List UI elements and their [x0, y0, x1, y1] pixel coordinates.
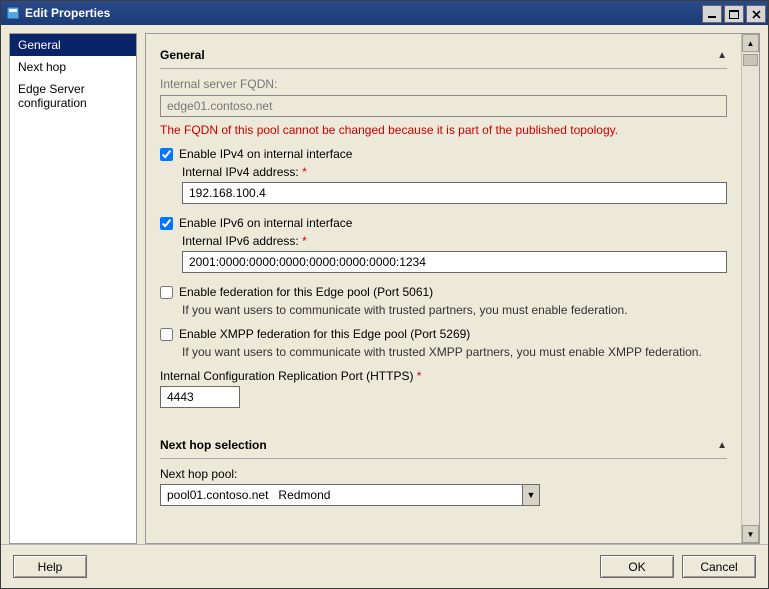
- nav-item-label: General: [18, 38, 61, 52]
- fqdn-label: Internal server FQDN:: [160, 77, 727, 91]
- section-header-next-hop[interactable]: Next hop selection ▲: [160, 434, 727, 459]
- nav-item-next-hop[interactable]: Next hop: [10, 56, 136, 78]
- nav-item-edge-server-config[interactable]: Edge Server configuration: [10, 78, 136, 114]
- enable-federation-label: Enable federation for this Edge pool (Po…: [179, 285, 433, 299]
- nav-item-general[interactable]: General: [10, 34, 136, 56]
- next-hop-pool-value[interactable]: [160, 484, 522, 506]
- enable-ipv6-label: Enable IPv6 on internal interface: [179, 216, 352, 230]
- dialog-window: Edit Properties General Next hop Edge Se…: [0, 0, 769, 589]
- dialog-footer: Help OK Cancel: [1, 544, 768, 588]
- collapse-icon: ▲: [717, 440, 727, 451]
- ipv6-address-input[interactable]: [182, 251, 727, 273]
- titlebar: Edit Properties: [1, 1, 768, 25]
- vertical-scrollbar[interactable]: ▲ ▼: [741, 34, 759, 543]
- fqdn-field: edge01.contoso.net: [160, 95, 727, 117]
- enable-ipv4-label: Enable IPv4 on internal interface: [179, 147, 352, 161]
- enable-xmpp-checkbox[interactable]: [160, 328, 173, 341]
- nav-panel: General Next hop Edge Server configurati…: [9, 33, 137, 544]
- fqdn-warning: The FQDN of this pool cannot be changed …: [160, 123, 727, 137]
- scroll-up-button[interactable]: ▲: [742, 34, 759, 52]
- next-hop-pool-combo[interactable]: ▼: [160, 484, 540, 506]
- nav-item-label: Next hop: [18, 60, 66, 74]
- cancel-button[interactable]: Cancel: [682, 555, 756, 578]
- required-marker: *: [417, 369, 422, 383]
- close-button[interactable]: [746, 5, 766, 23]
- scroll-region: General ▲ Internal server FQDN: edge01.c…: [146, 34, 741, 543]
- minimize-button[interactable]: [702, 5, 722, 23]
- scroll-down-button[interactable]: ▼: [742, 525, 759, 543]
- enable-ipv4-checkbox[interactable]: [160, 148, 173, 161]
- ok-button[interactable]: OK: [600, 555, 674, 578]
- required-marker: *: [302, 234, 307, 248]
- next-hop-pool-label: Next hop pool:: [160, 467, 727, 481]
- section-title: Next hop selection: [160, 438, 717, 452]
- xmpp-hint: If you want users to communicate with tr…: [182, 345, 727, 359]
- replication-port-input[interactable]: [160, 386, 240, 408]
- ipv4-address-input[interactable]: [182, 182, 727, 204]
- enable-federation-checkbox[interactable]: [160, 286, 173, 299]
- window-controls: [702, 3, 768, 23]
- replication-port-label: Internal Configuration Replication Port …: [160, 369, 413, 383]
- window-title: Edit Properties: [25, 6, 110, 20]
- section-header-general[interactable]: General ▲: [160, 44, 727, 69]
- enable-ipv6-checkbox[interactable]: [160, 217, 173, 230]
- section-title: General: [160, 48, 717, 62]
- ipv4-address-label: Internal IPv4 address:: [182, 165, 299, 179]
- enable-xmpp-label: Enable XMPP federation for this Edge poo…: [179, 327, 470, 341]
- scroll-thumb[interactable]: [743, 54, 758, 66]
- help-button[interactable]: Help: [13, 555, 87, 578]
- dialog-body: General Next hop Edge Server configurati…: [1, 25, 768, 544]
- app-icon: [5, 5, 21, 21]
- ipv6-address-label: Internal IPv6 address:: [182, 234, 299, 248]
- chevron-down-icon[interactable]: ▼: [522, 484, 540, 506]
- maximize-button[interactable]: [724, 5, 744, 23]
- federation-hint: If you want users to communicate with tr…: [182, 303, 727, 317]
- collapse-icon: ▲: [717, 50, 727, 61]
- required-marker: *: [302, 165, 307, 179]
- nav-item-label: Edge Server configuration: [18, 82, 87, 110]
- content-area: General ▲ Internal server FQDN: edge01.c…: [145, 33, 760, 544]
